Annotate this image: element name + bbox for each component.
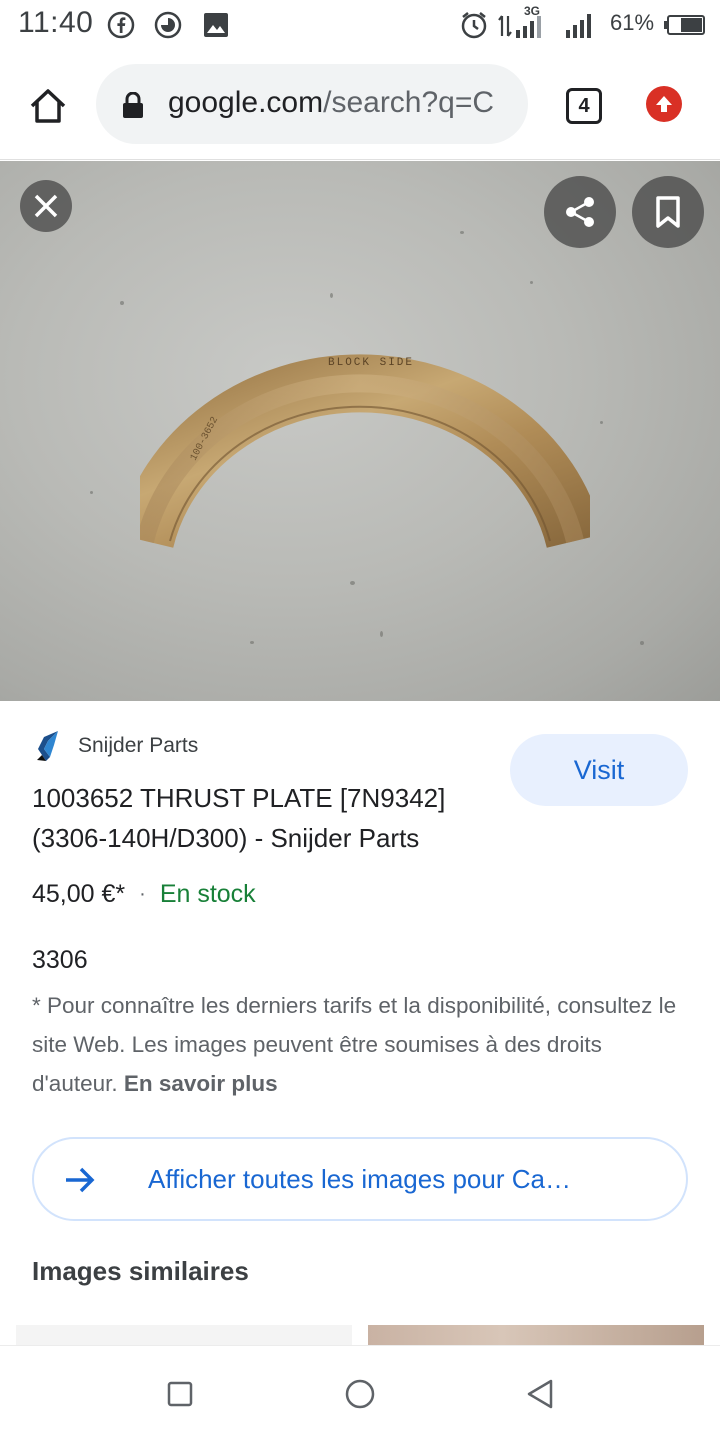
battery-percent: 61% xyxy=(610,10,655,35)
close-icon[interactable] xyxy=(20,180,72,232)
result-title[interactable]: 1003652 THRUST PLATE [7N9342] (3306-140H… xyxy=(32,778,492,858)
similar-image-thumb[interactable] xyxy=(16,1325,352,1345)
data-saver-icon xyxy=(152,10,184,40)
status-time: 11:40 xyxy=(18,6,94,39)
browser-toolbar: google.com/search?q=C 4 xyxy=(0,50,720,160)
bookmark-icon[interactable] xyxy=(632,176,704,248)
stock-status: En stock xyxy=(159,880,256,908)
price: 45,00 €* xyxy=(32,880,126,908)
url-path: /search?q=C xyxy=(323,86,495,119)
all-images-button[interactable]: Afficher toutes les images pour Ca… xyxy=(32,1137,688,1221)
thrust-plate-image: BLOCK SIDE 100-3652 xyxy=(140,354,590,549)
alarm-icon xyxy=(458,10,490,40)
image-viewer[interactable]: BLOCK SIDE 100-3652 xyxy=(0,161,720,701)
facebook-icon xyxy=(106,10,136,40)
back-icon[interactable] xyxy=(522,1376,558,1412)
source[interactable]: Snijder Parts xyxy=(34,728,198,764)
tabs-icon[interactable]: 4 xyxy=(566,88,602,124)
share-icon[interactable] xyxy=(544,176,616,248)
disclaimer: * Pour connaître les derniers tarifs et … xyxy=(32,986,692,1103)
url-text: google.com/search?q=C xyxy=(168,86,512,120)
recents-icon[interactable] xyxy=(162,1376,198,1412)
source-name: Snijder Parts xyxy=(78,734,199,757)
all-images-label: Afficher toutes les images pour Ca… xyxy=(148,1164,571,1194)
system-nav-bar xyxy=(0,1345,720,1440)
lock-icon xyxy=(122,91,144,118)
similar-images-heading: Images similaires xyxy=(32,1256,249,1286)
home-icon[interactable] xyxy=(26,84,70,128)
url-domain: google.com xyxy=(168,86,324,119)
gallery-icon xyxy=(202,10,230,40)
home-circle-icon[interactable] xyxy=(342,1376,378,1412)
signal-icon: 3G xyxy=(498,4,598,40)
separator-dot: · xyxy=(139,883,146,905)
visit-button[interactable]: Visit xyxy=(510,734,688,806)
similar-image-thumb[interactable] xyxy=(368,1325,704,1345)
url-field[interactable]: google.com/search?q=C xyxy=(96,64,528,144)
battery-icon xyxy=(664,10,706,40)
model-number: 3306 xyxy=(32,946,88,974)
engraving-top: BLOCK SIDE xyxy=(328,357,414,369)
network-label: 3G xyxy=(524,4,541,18)
tab-count: 4 xyxy=(578,94,590,117)
status-bar: 11:40 3G 61% xyxy=(0,0,720,50)
arrow-right-icon xyxy=(64,1165,96,1195)
update-icon[interactable] xyxy=(646,86,682,122)
price-row: 45,00 €* · En stock xyxy=(32,880,256,909)
learn-more-link[interactable]: En savoir plus xyxy=(124,1071,278,1096)
source-logo xyxy=(37,731,58,761)
